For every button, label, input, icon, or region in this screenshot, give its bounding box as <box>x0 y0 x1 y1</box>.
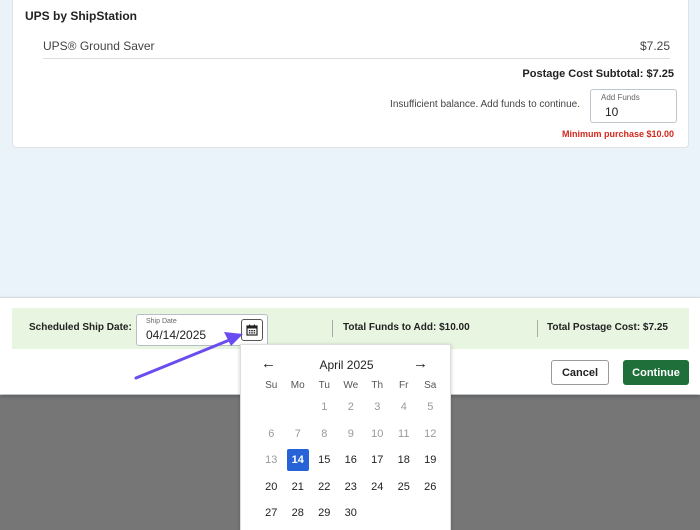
calendar-day[interactable]: 28 <box>287 502 309 524</box>
calendar-day[interactable]: 22 <box>313 476 335 498</box>
calendar-day[interactable]: 25 <box>393 476 415 498</box>
calendar-day[interactable]: 17 <box>366 449 388 471</box>
calendar-day[interactable]: 26 <box>419 476 441 498</box>
calendar-day[interactable]: 30 <box>340 502 362 524</box>
weekday-label: Su <box>265 380 278 391</box>
carrier-card: UPS by ShipStation UPS® Ground Saver $7.… <box>12 0 689 148</box>
calendar-day: 5 <box>427 401 434 413</box>
calendar-day: 4 <box>400 401 407 413</box>
service-price: $7.25 <box>639 39 670 53</box>
calendar-day[interactable]: 23 <box>340 476 362 498</box>
next-month-arrow-icon[interactable]: → <box>413 355 428 372</box>
insufficient-balance-text: Insufficient balance. Add funds to conti… <box>390 99 580 110</box>
total-funds-to-add: Total Funds to Add: $10.00 <box>343 322 470 333</box>
calendar-day: 12 <box>424 427 437 440</box>
calendar-day-selected[interactable]: 14 <box>286 449 309 471</box>
date-picker-popover: ← April 2025 → Su Mo Tu We Th Fr Sa 1234567891… <box>240 344 451 530</box>
continue-button[interactable]: Continue <box>623 360 689 385</box>
weekday-label: Tu <box>318 380 330 391</box>
calendar-day[interactable]: 24 <box>366 476 388 498</box>
calendar-day[interactable]: 15 <box>313 449 335 471</box>
calendar-day: 1 <box>321 401 328 413</box>
calendar-day[interactable]: 27 <box>260 502 282 524</box>
weekday-label: Sa <box>424 380 437 391</box>
calendar-day: 13 <box>265 454 278 466</box>
calendar-day: 6 <box>268 427 275 440</box>
scheduled-ship-date-label: Scheduled Ship Date: <box>29 322 132 333</box>
calendar-day: 8 <box>321 427 328 440</box>
ship-date-input[interactable] <box>146 328 236 342</box>
postage-subtotal: Postage Cost Subtotal: $7.25 <box>522 68 674 80</box>
calendar-button[interactable] <box>241 319 263 341</box>
calendar-day[interactable]: 18 <box>393 449 415 471</box>
weekday-label: Mo <box>290 380 305 391</box>
add-funds-label: Add Funds <box>601 93 640 102</box>
calendar-day: 2 <box>347 401 354 413</box>
calendar-icon <box>246 324 258 336</box>
calendar-day: 11 <box>398 427 410 440</box>
add-funds-field[interactable]: Add Funds <box>590 89 677 123</box>
weekday-header: Su Mo Tu We Th Fr Sa <box>258 380 444 391</box>
ship-date-field[interactable]: Ship Date <box>136 314 268 346</box>
weekday-label: We <box>343 380 359 391</box>
summary-bar: Scheduled Ship Date: Ship Date 04/14/202… <box>12 308 689 349</box>
cancel-button[interactable]: Cancel <box>551 360 609 385</box>
service-name: UPS® Ground Saver <box>43 39 155 53</box>
weekday-label: Fr <box>399 380 409 391</box>
add-funds-input[interactable] <box>605 105 665 119</box>
calendar-day[interactable]: 21 <box>287 476 309 498</box>
weekday-label: Th <box>371 380 384 391</box>
calendar-day: 9 <box>347 427 354 440</box>
ship-date-label: Ship Date <box>146 318 177 325</box>
total-postage-cost: Total Postage Cost: $7.25 <box>547 322 668 333</box>
calendar-day: 7 <box>294 427 301 440</box>
calendar-day: 10 <box>371 427 384 440</box>
calendar-day[interactable]: 16 <box>340 449 362 471</box>
min-purchase-warning: Minimum purchase $10.00 <box>561 129 674 139</box>
service-row[interactable]: UPS® Ground Saver $7.25 <box>43 35 670 59</box>
carrier-title: UPS by ShipStation <box>25 9 138 23</box>
calendar-day[interactable]: 29 <box>313 502 335 524</box>
calendar-day: 3 <box>374 401 381 413</box>
divider <box>537 320 538 337</box>
divider <box>332 320 333 337</box>
calendar-day[interactable]: 19 <box>419 449 441 471</box>
calendar-day[interactable]: 20 <box>260 476 282 498</box>
